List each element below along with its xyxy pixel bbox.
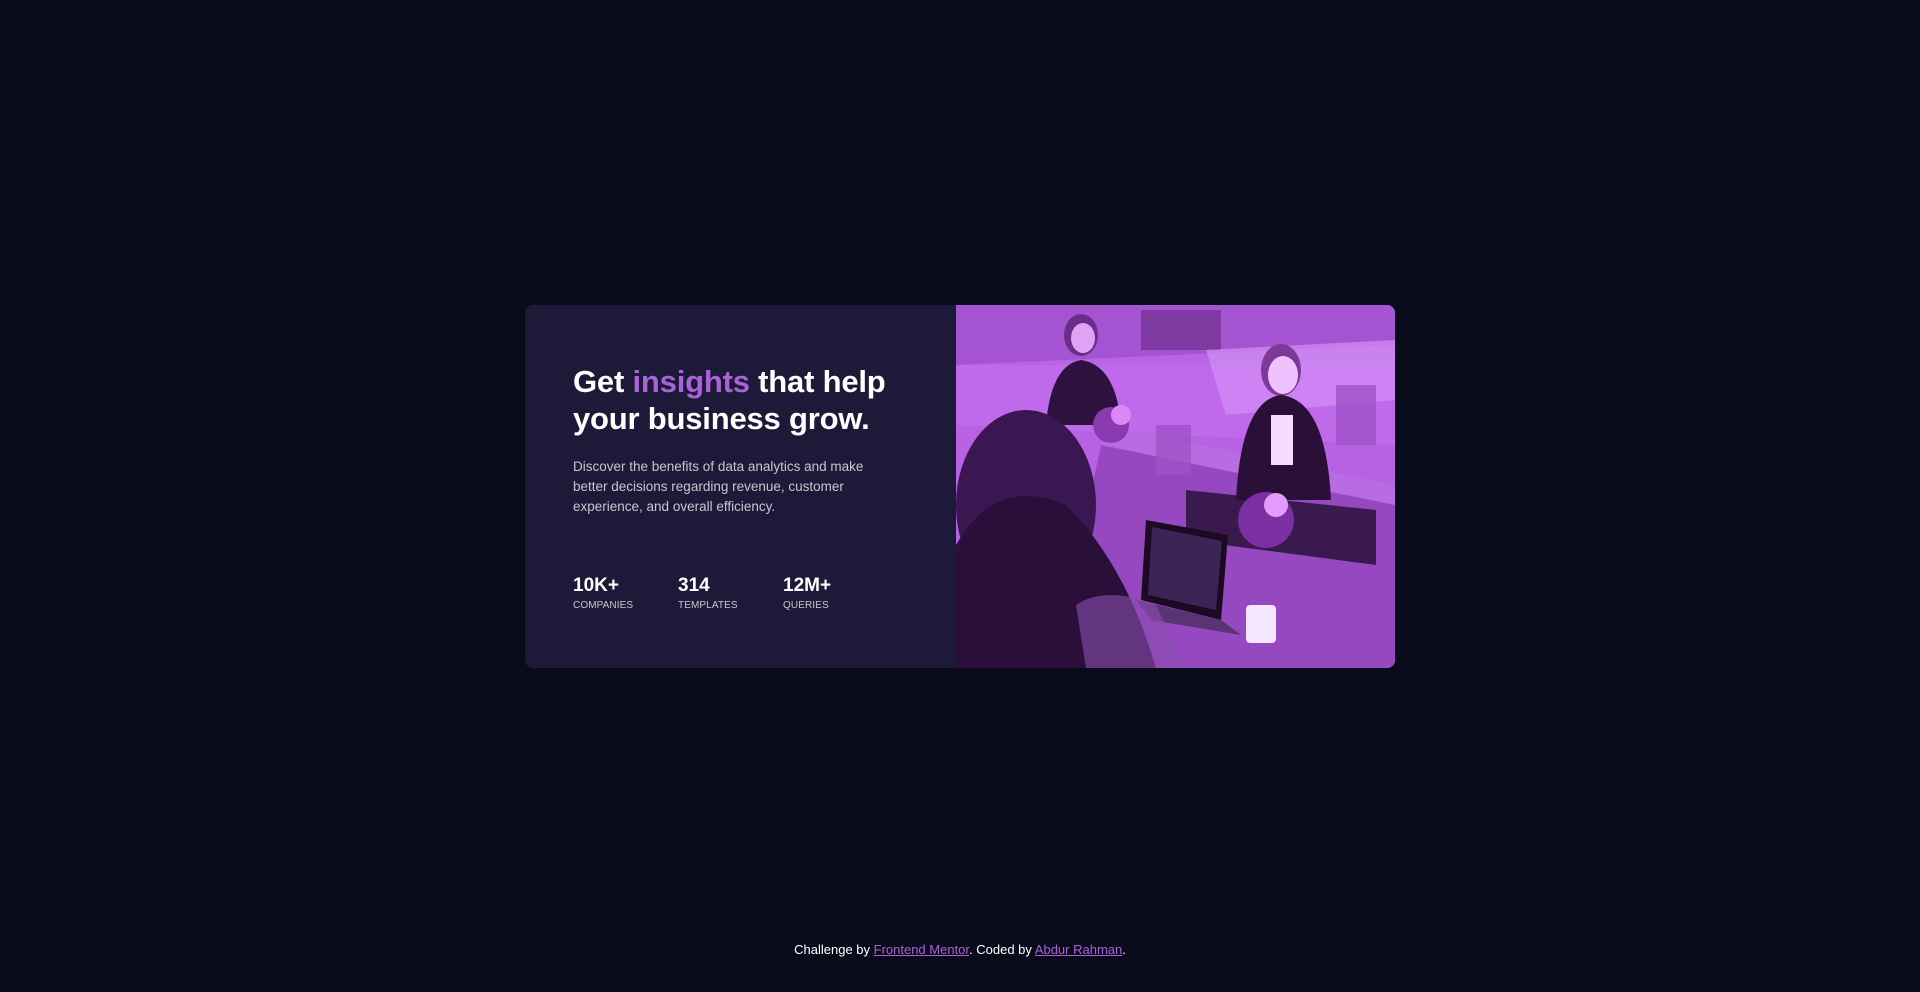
card-heading: Get insights that help your business gro…	[573, 363, 918, 437]
heading-text-start: Get	[573, 364, 633, 399]
attribution-footer: Challenge by Frontend Mentor. Coded by A…	[0, 942, 1920, 957]
stat-templates: 314 Templates	[678, 575, 783, 611]
stat-label: Queries	[783, 600, 829, 611]
header-image	[956, 305, 1395, 668]
frontend-mentor-link[interactable]: Frontend Mentor	[874, 942, 969, 957]
card-content: Get insights that help your business gro…	[525, 305, 956, 668]
stat-label: Companies	[573, 600, 634, 611]
stat-value: 10K+	[573, 575, 619, 596]
heading-accent-word: insights	[632, 364, 750, 399]
stat-value: 314	[678, 575, 710, 596]
footer-middle: . Coded by	[969, 942, 1035, 957]
footer-prefix: Challenge by	[794, 942, 874, 957]
stat-value: 12M+	[783, 575, 832, 596]
stat-label: Templates	[678, 600, 738, 611]
office-meeting-image	[956, 305, 1395, 668]
card-description: Discover the benefits of data analytics …	[573, 459, 864, 514]
footer-suffix: .	[1122, 942, 1126, 957]
stats-preview-card: Get insights that help your business gro…	[525, 305, 1395, 668]
author-link[interactable]: Abdur Rahman	[1035, 942, 1122, 957]
stat-queries: 12M+ Queries	[783, 575, 888, 611]
stat-companies: 10K+ Companies	[573, 575, 678, 611]
stats-row: 10K+ Companies 314 Templates 12M+ Querie…	[573, 575, 888, 611]
